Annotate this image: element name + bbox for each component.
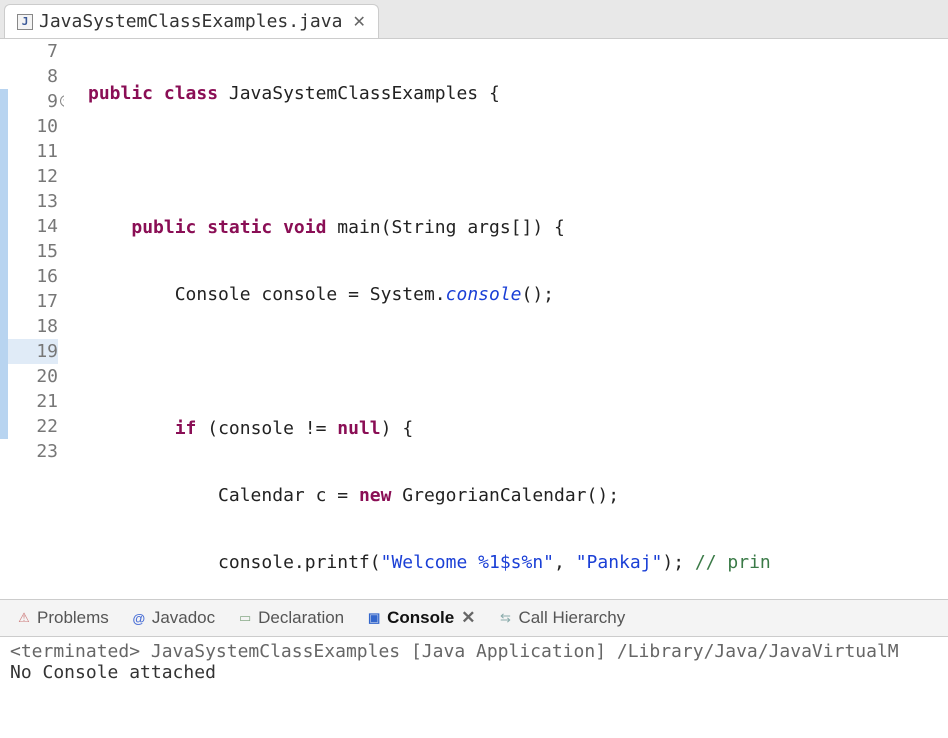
line-number: 21 [8,389,58,414]
line-number: 23 [8,439,58,464]
console-status-line: <terminated> JavaSystemClassExamples [Ja… [10,641,938,662]
code-line [82,148,948,173]
line-number: 9− [8,89,58,114]
code-line: if (console != null) { [82,416,948,441]
line-number: 12 [8,164,58,189]
marker-strip [0,39,8,599]
line-number: 16 [8,264,58,289]
line-number: 18 [8,314,58,339]
editor-tab-active[interactable]: J JavaSystemClassExamples.java ✕ [4,4,379,38]
code-line: public static void main(String args[]) { [82,215,948,240]
tab-label: Problems [37,608,109,628]
close-icon[interactable]: ✕ [461,608,475,628]
line-number: 13 [8,189,58,214]
editor-area: 7 8 9− 10 11 12 13 14 15 16 17 18 19 20 … [0,39,948,599]
line-number: 11 [8,139,58,164]
console-output-line: No Console attached [10,662,938,683]
tab-call-hierarchy[interactable]: ⇆ Call Hierarchy [491,606,631,630]
code-line: console.printf("Welcome %1$s%n", "Pankaj… [82,550,948,575]
code-line: Calendar c = new GregorianCalendar(); [82,483,948,508]
code-line: public class JavaSystemClassExamples { [82,81,948,106]
problems-icon: ⚠ [16,610,32,626]
tab-label: Console [387,608,454,628]
tab-label: Call Hierarchy [518,608,625,628]
tab-console[interactable]: ▣ Console ✕ [360,606,481,630]
line-number: 14 [8,214,58,239]
tab-javadoc[interactable]: @ Javadoc [125,606,221,630]
code-line [82,349,948,374]
javadoc-icon: @ [131,610,147,626]
line-number: 17 [8,289,58,314]
code-area[interactable]: public class JavaSystemClassExamples { p… [82,39,948,599]
call-hierarchy-icon: ⇆ [497,610,513,626]
line-number: 22 [8,414,58,439]
tab-label: Declaration [258,608,344,628]
line-number: 10 [8,114,58,139]
tab-problems[interactable]: ⚠ Problems [10,606,115,630]
declaration-icon: ▭ [237,610,253,626]
close-icon[interactable]: ✕ [352,12,365,32]
console-icon: ▣ [366,610,382,626]
tab-declaration[interactable]: ▭ Declaration [231,606,350,630]
line-number: 7 [8,39,58,64]
java-file-icon: J [17,14,33,30]
code-line: Console console = System.console(); [82,282,948,307]
editor-tab-bar: J JavaSystemClassExamples.java ✕ [0,0,948,39]
line-number: 20 [8,364,58,389]
console-panel: <terminated> JavaSystemClassExamples [Ja… [0,637,948,687]
line-number: 8 [8,64,58,89]
editor-tab-filename: JavaSystemClassExamples.java [39,11,342,32]
change-marker [0,89,8,439]
fold-strip [64,39,82,599]
line-number: 19 [8,339,58,364]
tab-label: Javadoc [152,608,215,628]
bottom-panel-tabs: ⚠ Problems @ Javadoc ▭ Declaration ▣ Con… [0,599,948,637]
line-number: 15 [8,239,58,264]
line-number-gutter: 7 8 9− 10 11 12 13 14 15 16 17 18 19 20 … [8,39,64,599]
